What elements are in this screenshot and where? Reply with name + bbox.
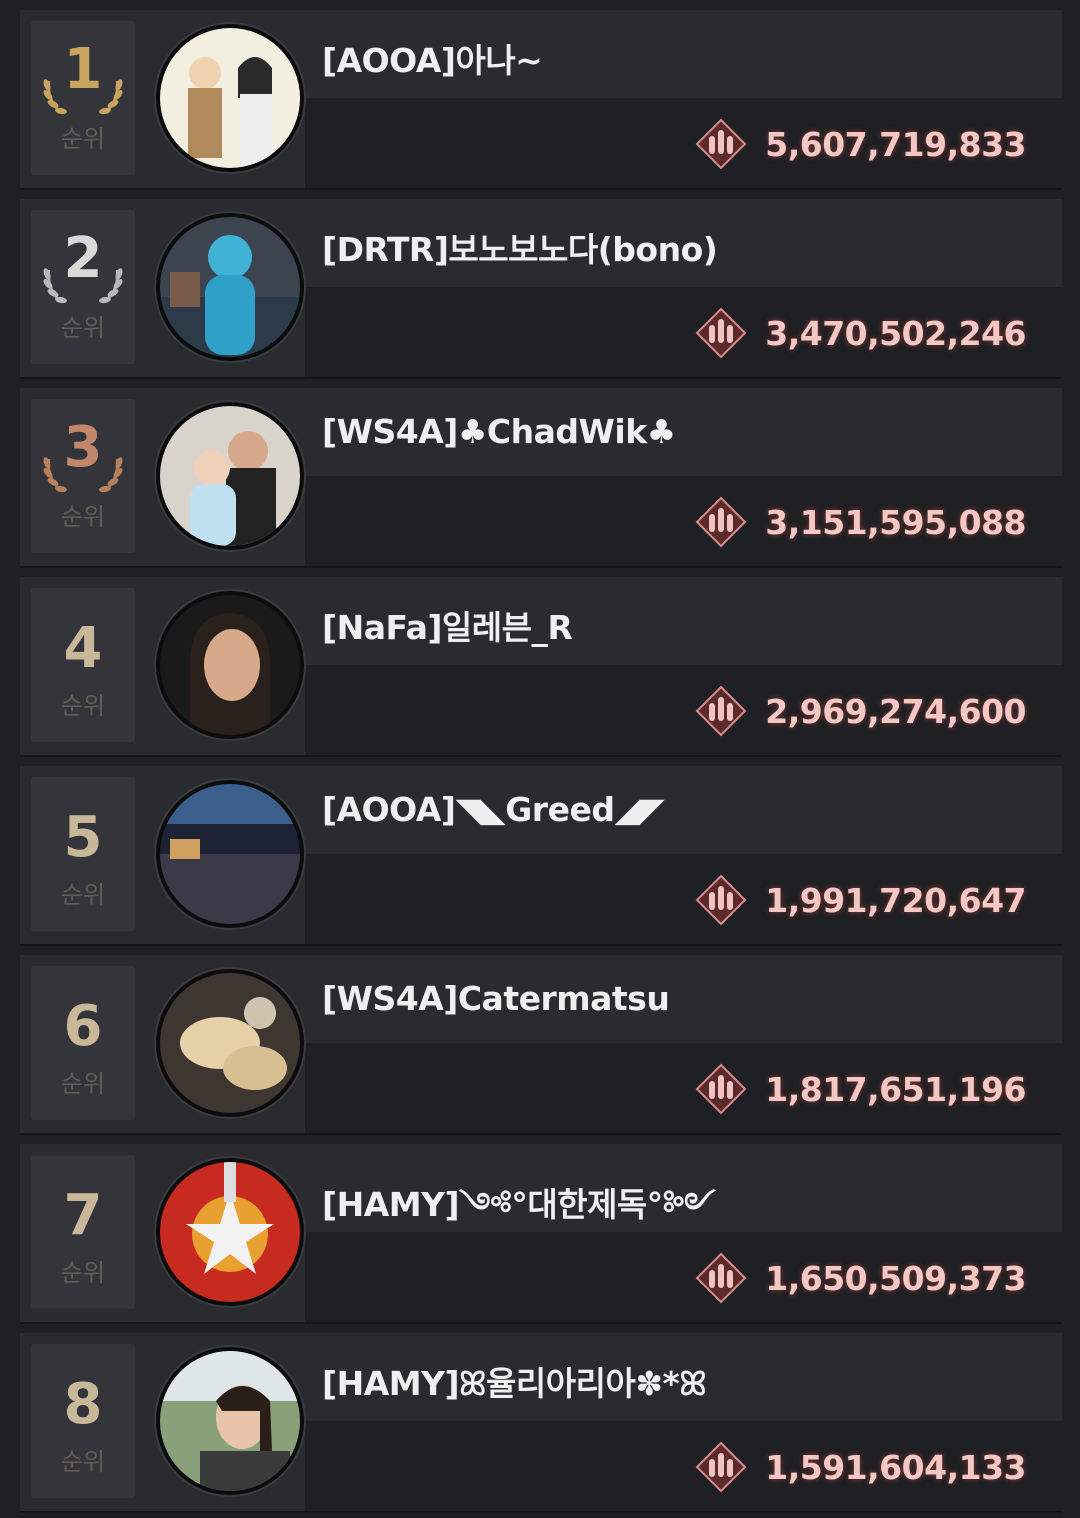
rank-badge: 2 순위 (31, 210, 135, 364)
bullets-emblem-icon (695, 1252, 747, 1304)
bullets-emblem-icon (695, 1441, 747, 1493)
leaderboard-row[interactable]: 6 순위 [WS4A]Catermatsu 1,817,651,196 (20, 955, 1062, 1133)
woman-portrait-avatar[interactable] (160, 595, 300, 735)
rank-label: 순위 (60, 692, 106, 720)
score: 1,817,651,196 (693, 1059, 1026, 1119)
blue-mascot-avatar[interactable] (160, 217, 300, 357)
player-name[interactable]: [AOOA]아나~ (322, 34, 543, 82)
score: 3,470,502,246 (693, 303, 1026, 363)
rank-badge: 7 순위 (31, 1155, 135, 1309)
rank-number: 5 (63, 805, 103, 870)
rank-number: 8 (63, 1372, 103, 1437)
rank-number: 7 (63, 1183, 103, 1248)
score-value: 3,470,502,246 (765, 313, 1026, 353)
rank-label: 순위 (60, 1259, 106, 1287)
rank-badge: 5 순위 (31, 777, 135, 931)
rank-badge: 1 순위 (31, 21, 135, 175)
score: 3,151,595,088 (693, 492, 1026, 552)
score: 2,969,274,600 (693, 681, 1026, 741)
bullets-emblem-icon (695, 307, 747, 359)
rank-label: 순위 (60, 881, 106, 909)
bullets-emblem-icon (695, 496, 747, 548)
bullets-emblem-icon (695, 118, 747, 170)
score-value: 1,650,509,373 (765, 1258, 1026, 1298)
rank-number: 2 (63, 226, 103, 291)
rank-badge: 3 순위 (31, 399, 135, 553)
rank-number: 4 (63, 616, 103, 681)
rank-label: 순위 (60, 125, 106, 153)
night-terrace-avatar[interactable] (160, 784, 300, 924)
father-daughter-avatar[interactable] (160, 406, 300, 546)
score-value: 5,607,719,833 (765, 124, 1026, 164)
score: 1,650,509,373 (693, 1248, 1026, 1308)
score: 1,991,720,647 (693, 870, 1026, 930)
military-emblem-avatar[interactable] (160, 1162, 300, 1302)
rank-label: 순위 (60, 314, 106, 342)
score-value: 1,817,651,196 (765, 1069, 1026, 1109)
score: 5,607,719,833 (693, 114, 1026, 174)
score-value: 2,969,274,600 (765, 691, 1026, 731)
score: 1,591,604,133 (693, 1437, 1026, 1497)
player-name[interactable]: [WS4A]Catermatsu (322, 979, 670, 1018)
bullets-emblem-icon (695, 685, 747, 737)
player-name[interactable]: [HAMY]ꕤ율리아리아✽*ꕤ (322, 1357, 707, 1405)
rank-label: 순위 (60, 1448, 106, 1476)
player-name[interactable]: [AOOA]◥◣Greed◢◤ (322, 790, 665, 829)
rank-number: 3 (63, 415, 103, 480)
rank-badge: 4 순위 (31, 588, 135, 742)
leaderboard-row[interactable]: 2 순위 [DRTR]보노보노다(bono) 3,470,502,246 (20, 199, 1062, 377)
leaderboard-row[interactable]: 5 순위 [AOOA]◥◣Greed◢◤ 1,991,720,647 (20, 766, 1062, 944)
leaderboard-row[interactable]: 7 순위 [HAMY]༺°대한제독°༻ 1,650,509,373 (20, 1144, 1062, 1322)
rank-label: 순위 (60, 503, 106, 531)
leaderboard-row[interactable]: 8 순위 [HAMY]ꕤ율리아리아✽*ꕤ 1,591,604,133 (20, 1333, 1062, 1511)
leaderboard-row[interactable]: 4 순위 [NaFa]일레븐_R 2,969,274,600 (20, 577, 1062, 755)
score-value: 3,151,595,088 (765, 502, 1026, 542)
dogs-avatar[interactable] (160, 973, 300, 1113)
cartoon-couple-avatar[interactable] (160, 28, 300, 168)
score-value: 1,591,604,133 (765, 1447, 1026, 1487)
bullets-emblem-icon (695, 874, 747, 926)
leaderboard-row[interactable]: 3 순위 [WS4A]♣ChadWik♣ 3,151,595,088 (20, 388, 1062, 566)
rank-number: 1 (63, 37, 103, 102)
player-name[interactable]: [HAMY]༺°대한제독°༻ (322, 1168, 716, 1261)
rank-badge: 8 순위 (31, 1344, 135, 1498)
woman-selfie-avatar[interactable] (160, 1351, 300, 1491)
leaderboard: 1 순위 [AOOA]아나~ 5,607,719,833 2 순위 [DRTR]… (0, 0, 1080, 1518)
leaderboard-row[interactable]: 1 순위 [AOOA]아나~ 5,607,719,833 (20, 10, 1062, 188)
bullets-emblem-icon (695, 1063, 747, 1115)
rank-label: 순위 (60, 1070, 106, 1098)
rank-badge: 6 순위 (31, 966, 135, 1120)
player-name[interactable]: [WS4A]♣ChadWik♣ (322, 412, 676, 451)
score-value: 1,991,720,647 (765, 880, 1026, 920)
player-name[interactable]: [NaFa]일레븐_R (322, 601, 573, 649)
rank-number: 6 (63, 994, 103, 1059)
player-name[interactable]: [DRTR]보노보노다(bono) (322, 223, 718, 271)
